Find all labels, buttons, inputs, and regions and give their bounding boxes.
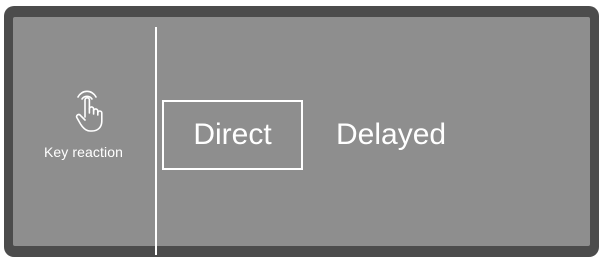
option-delayed[interactable]: Delayed bbox=[334, 100, 474, 170]
display-screen: Key reaction Direct Delayed bbox=[13, 17, 590, 255]
device-bezel: Key reaction Direct Delayed bbox=[4, 6, 599, 257]
key-reaction-label: Key reaction bbox=[43, 144, 124, 160]
vertical-divider bbox=[155, 27, 157, 255]
settings-sidebar: Key reaction bbox=[13, 17, 154, 246]
option-direct-selected[interactable]: Direct bbox=[162, 100, 303, 170]
touch-hand-icon bbox=[75, 90, 103, 132]
